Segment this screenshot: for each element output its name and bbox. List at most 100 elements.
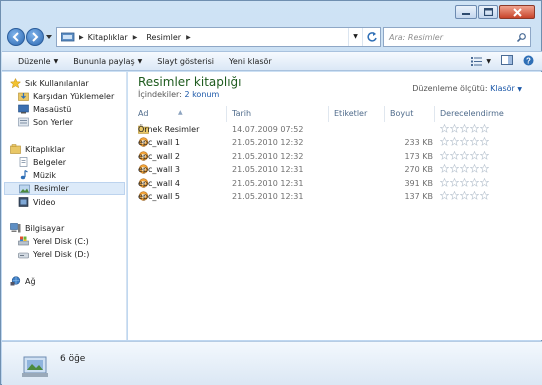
rating-star-icon[interactable] [460,164,469,174]
rating-star-icon[interactable] [450,124,459,133]
rating-star-icon[interactable] [470,137,479,147]
file-name-cell: epc_wall 3 [138,164,180,174]
rating-star-icon[interactable] [450,177,459,187]
column-header-tags[interactable]: Etiketler [334,109,367,118]
slideshow-button[interactable]: Slayt gösterisi [157,57,214,66]
breadcrumb-libraries[interactable]: Kitaplıklar ▶ [88,33,143,42]
close-button[interactable] [499,5,535,19]
rating-star-icon[interactable] [450,137,459,147]
preview-pane-button[interactable] [501,55,513,67]
file-row[interactable]: epc_wall 4 21.05.2010 12:31 391 KB [128,177,542,191]
help-button[interactable]: ? [523,55,534,68]
nav-label: Belgeler [33,157,67,167]
column-header-name[interactable]: Ad [138,109,148,118]
file-rating[interactable] [440,124,489,133]
file-row[interactable]: epc_wall 2 21.05.2010 12:32 173 KB [128,150,542,164]
file-row[interactable]: epc_wall 5 21.05.2010 12:31 137 KB [128,191,542,204]
address-bar[interactable]: ▶ Kitaplıklar ▶ Resimler ▶ ▼ [56,27,381,47]
file-rating[interactable] [440,177,489,187]
rating-star-icon[interactable] [480,164,489,174]
library-includes: İçindekiler: 2 konum [138,90,219,99]
organize-button[interactable]: Düzenle ▼ [18,57,58,66]
column-header-rating[interactable]: Derecelendirme [440,109,504,118]
file-row[interactable]: Örnek Resimler 14.07.2009 07:52 [128,124,542,137]
rating-star-icon[interactable] [440,150,449,160]
file-date: 21.05.2010 12:31 [232,178,304,188]
nav-label: Ağ [25,276,36,286]
chevron-down-icon: ▼ [137,57,143,65]
search-box[interactable]: Ara: Resimler [383,27,531,47]
rating-star-icon[interactable] [460,137,469,147]
file-size: 233 KB [404,138,433,148]
chevron-down-icon: ▼ [517,86,522,93]
details-pane: 6 öğe [2,341,542,385]
nav-drive-d[interactable]: Yerel Disk (D:) [18,249,89,259]
rating-star-icon[interactable] [480,137,489,147]
file-row[interactable]: epc_wall 1 21.05.2010 12:32 233 KB [128,137,542,150]
column-header-size[interactable]: Boyut [390,109,413,118]
rating-star-icon[interactable] [470,164,479,174]
file-row[interactable]: epc_wall 3 21.05.2010 12:31 270 KB [128,164,542,177]
rating-star-icon[interactable] [460,124,469,133]
rating-star-icon[interactable] [440,164,449,174]
column-header-row: ▲ Ad Tarih Etiketler Boyut Derecelendirm… [128,106,542,122]
recent-pages-dropdown[interactable] [44,35,54,39]
nav-music[interactable]: Müzik [18,170,56,180]
nav-downloads[interactable]: Karşıdan Yüklemeler [18,91,114,101]
breadcrumb-pictures[interactable]: Resimler ▶ [146,33,195,42]
rating-star-icon[interactable] [440,137,449,147]
maximize-button[interactable] [478,5,498,19]
rating-star-icon[interactable] [480,177,489,187]
file-rating[interactable] [440,137,489,147]
share-with-button[interactable]: Bununla paylaş ▼ [73,57,142,66]
nav-desktop[interactable]: Masaüstü [18,104,71,114]
nav-libraries[interactable]: Kitaplıklar [10,144,65,154]
back-button[interactable] [7,28,25,46]
nav-label: Kitaplıklar [25,144,66,154]
rating-star-icon[interactable] [470,124,479,133]
rating-star-icon[interactable] [460,191,469,200]
new-folder-button[interactable]: Yeni klasör [229,57,272,66]
rating-star-icon[interactable] [470,150,479,160]
column-header-date[interactable]: Tarih [232,109,251,118]
rating-star-icon[interactable] [450,150,459,160]
breadcrumb-separator: ▶ [186,33,191,41]
file-rating[interactable] [440,150,489,160]
rating-star-icon[interactable] [480,150,489,160]
address-history-dropdown[interactable]: ▼ [348,28,362,46]
rating-star-icon[interactable] [470,191,479,200]
column-divider[interactable] [226,106,227,122]
nav-videos[interactable]: Video [18,197,55,207]
nav-label: Video [33,197,56,207]
nav-pictures[interactable]: Resimler [4,182,125,195]
rating-star-icon[interactable] [440,191,449,200]
refresh-icon [366,32,377,42]
nav-network[interactable]: Ağ [10,276,36,286]
breadcrumb-separator[interactable]: ▶ [79,34,84,41]
rating-star-icon[interactable] [450,164,459,174]
file-rating[interactable] [440,164,489,174]
rating-star-icon[interactable] [460,150,469,160]
refresh-button[interactable] [362,28,380,46]
column-divider[interactable] [434,106,435,122]
rating-star-icon[interactable] [470,177,479,187]
includes-locations-link[interactable]: 2 konum [184,90,219,99]
column-divider[interactable] [328,106,329,122]
file-rating[interactable] [440,191,489,200]
column-divider[interactable] [384,106,385,122]
rating-star-icon[interactable] [480,191,489,200]
rating-star-icon[interactable] [440,124,449,133]
rating-star-icon[interactable] [450,191,459,200]
change-view-button[interactable]: ▼ [471,56,491,66]
nav-computer[interactable]: Bilgisayar [10,223,64,233]
nav-favorites[interactable]: Sık Kullanılanlar [10,78,89,88]
nav-recent-places[interactable]: Son Yerler [18,117,73,127]
rating-star-icon[interactable] [440,177,449,187]
nav-drive-c[interactable]: Yerel Disk (C:) [18,236,89,246]
nav-documents[interactable]: Belgeler [18,157,66,167]
rating-star-icon[interactable] [460,177,469,187]
arrange-by-dropdown[interactable]: Klasör ▼ [490,84,522,93]
minimize-button[interactable] [455,5,477,19]
forward-button[interactable] [26,28,44,46]
rating-star-icon[interactable] [480,124,489,133]
